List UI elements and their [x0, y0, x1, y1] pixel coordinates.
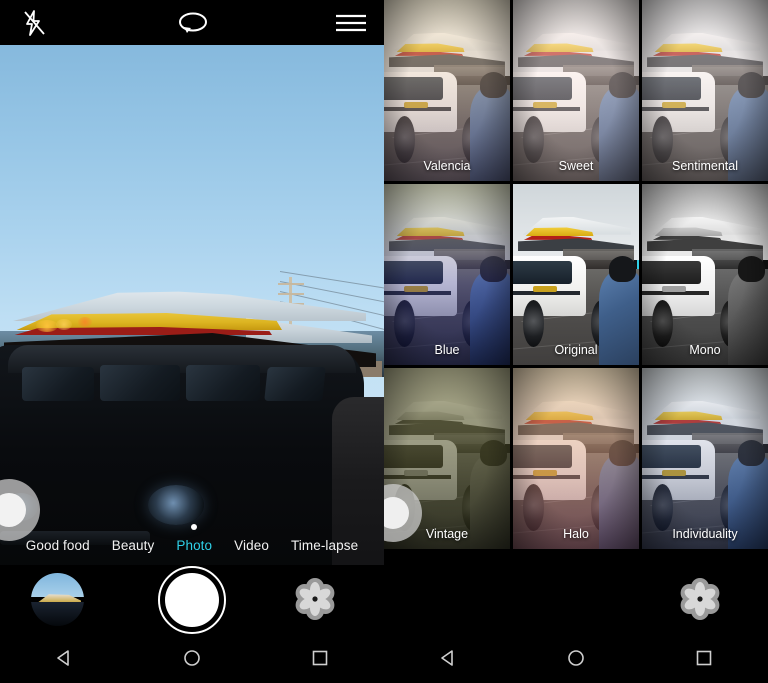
filter-label: Individuality	[672, 527, 738, 541]
back-nav-button[interactable]	[42, 636, 86, 680]
recents-nav-button[interactable]	[682, 636, 726, 680]
filter-cell-individuality[interactable]: Individuality	[642, 368, 768, 549]
gallery-thumbnail[interactable]	[31, 573, 84, 626]
filter-cell-halo[interactable]: Halo	[513, 368, 639, 549]
switch-camera-icon[interactable]	[172, 8, 214, 38]
back-nav-button[interactable]	[426, 636, 470, 680]
home-nav-button[interactable]	[170, 636, 214, 680]
mode-item-time-lapse[interactable]: Time-lapse	[291, 538, 358, 553]
filter-label: Mono	[689, 343, 721, 357]
flower-filter-icon[interactable]	[291, 575, 339, 623]
filter-grid[interactable]: Valencia Sweet Sentimental Blue Original…	[384, 0, 768, 549]
camera-preview[interactable]	[0, 45, 384, 565]
filter-label: Valencia	[423, 159, 471, 173]
recents-nav-icon	[312, 650, 328, 666]
active-mode-dot	[191, 523, 198, 530]
recents-nav-button[interactable]	[298, 636, 342, 680]
filter-picker-screen: Valencia Sweet Sentimental Blue Original…	[384, 0, 768, 683]
mode-item-photo[interactable]: Photo	[176, 523, 213, 553]
mode-item-beauty[interactable]: Beauty	[112, 538, 155, 553]
home-nav-icon	[568, 650, 584, 666]
back-nav-icon	[441, 650, 453, 666]
filter-label: Sweet	[558, 159, 594, 173]
recents-nav-icon	[696, 650, 712, 666]
mode-item-good-food[interactable]: Good food	[26, 538, 90, 553]
filter-cell-valencia[interactable]: Valencia	[384, 0, 510, 181]
android-navigation-bar	[384, 633, 768, 683]
filter-label: Original	[554, 343, 598, 357]
filter-cell-original[interactable]: Original	[513, 184, 639, 365]
mode-label: Video	[234, 537, 269, 553]
mode-label: Good food	[25, 537, 90, 553]
camera-viewfinder-screen: Good food Beauty Photo Video Time-lapse	[0, 0, 384, 683]
filter-label: Halo	[563, 527, 589, 541]
filter-cell-blue[interactable]: Blue	[384, 184, 510, 365]
home-nav-icon	[184, 650, 200, 666]
back-nav-icon	[57, 650, 69, 666]
flash-off-icon[interactable]	[20, 9, 50, 37]
filter-cell-sentimental[interactable]: Sentimental	[642, 0, 768, 181]
filter-cell-sweet[interactable]: Sweet	[513, 0, 639, 181]
camera-mode-selector[interactable]: Good food Beauty Photo Video Time-lapse	[0, 523, 384, 565]
mode-label: Time-lapse	[290, 537, 359, 553]
preview-vehicle-headlight	[148, 485, 204, 525]
shutter-button[interactable]	[158, 566, 226, 634]
composite-screenshot: Good food Beauty Photo Video Time-lapse	[0, 0, 768, 683]
filter-cell-mono[interactable]: Mono	[642, 184, 768, 365]
flower-filter-icon[interactable]	[676, 575, 724, 623]
filter-label: Sentimental	[671, 159, 738, 173]
hamburger-menu-icon[interactable]	[334, 13, 368, 33]
mode-item-video[interactable]: Video	[234, 538, 269, 553]
android-navigation-bar	[0, 633, 384, 683]
filter-label: Blue	[434, 343, 460, 357]
mode-label: Beauty	[111, 537, 155, 553]
mode-label: Photo	[176, 537, 213, 553]
home-nav-button[interactable]	[554, 636, 598, 680]
camera-top-toolbar	[0, 0, 384, 45]
